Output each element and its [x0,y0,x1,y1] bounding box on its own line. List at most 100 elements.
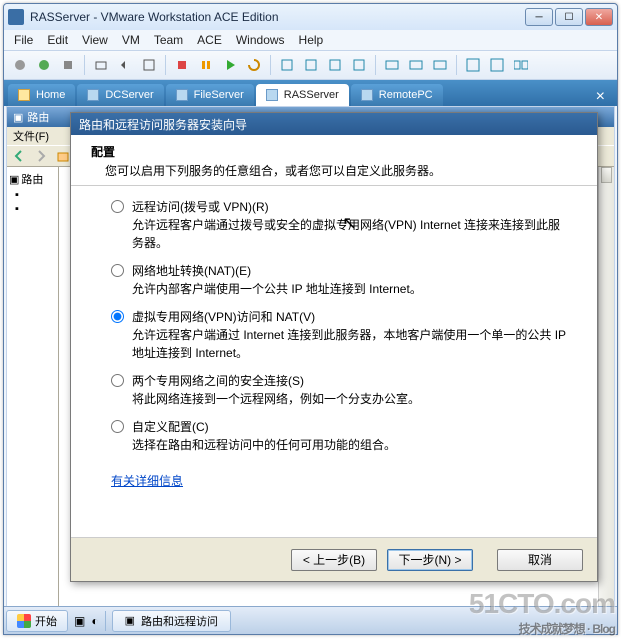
mmc-back-icon[interactable] [9,146,29,166]
wizard-button-row: < 上一步(B) 下一步(N) > 取消 [71,537,597,581]
maximize-button[interactable]: ☐ [555,8,583,26]
option-label: 虚拟专用网络(VPN)访问和 NAT(V) [132,310,315,324]
tree-root-label: 路由 [21,171,43,187]
menu-view[interactable]: View [82,33,108,47]
vmware-toolbar [4,50,617,80]
home-icon [18,89,30,101]
start-label: 开始 [35,613,57,629]
option-label: 远程访问(拨号或 VPN)(R) [132,200,269,214]
guest-display-area: ▣ 路由 文件(F) ▣ 路由 ▪ ▪ [6,106,615,628]
vmware-menubar: File Edit View VM Team ACE Windows Help [4,30,617,50]
power-off-icon[interactable] [10,55,30,75]
tab-fileserver[interactable]: FileServer [166,84,254,106]
view-icon-1[interactable] [382,55,402,75]
vmware-tab-bar: Home DCServer FileServer RASServer Remot… [4,80,617,106]
snapshot-icon[interactable] [91,55,111,75]
stop-icon[interactable] [172,55,192,75]
back-button[interactable]: < 上一步(B) [291,549,377,571]
menu-windows[interactable]: Windows [236,33,285,47]
option-desc: 将此网络连接到一个远程网络，例如一个分支办公室。 [132,392,420,406]
scrollbar-vertical[interactable] [598,167,614,627]
mmc-menu-file[interactable]: 文件(F) [13,128,49,144]
tab-label: RemotePC [379,89,433,101]
watermark: 51CTO.com 技术成就梦想 · Blog [469,588,615,637]
tool-icon-1[interactable] [277,55,297,75]
reset-icon[interactable] [244,55,264,75]
play-icon[interactable] [220,55,240,75]
tree-child-node[interactable]: ▪ [15,189,56,201]
wizard-body: 远程访问(拨号或 VPN)(R) 允许远程客户端通过拨号或安全的虚拟专用网络(V… [71,186,597,494]
view-icon-2[interactable] [406,55,426,75]
option-desc: 允许远程客户端通过拨号或安全的虚拟专用网络(VPN) Internet 连接来连… [132,218,560,250]
power-on-icon[interactable] [34,55,54,75]
option-vpn-nat[interactable]: 虚拟专用网络(VPN)访问和 NAT(V) 允许远程客户端通过 Internet… [111,308,569,362]
next-button[interactable]: 下一步(N) > [387,549,473,571]
mmc-app-icon: ▣ [13,111,23,124]
option-custom[interactable]: 自定义配置(C) 选择在路由和远程访问中的任何可用功能的组合。 [111,418,569,454]
tab-remotepc[interactable]: RemotePC [351,84,443,106]
option-nat-radio[interactable] [111,264,124,277]
tool-icon-3[interactable] [325,55,345,75]
tree-root-node[interactable]: ▣ 路由 [9,171,56,187]
taskbar-item-rras[interactable]: ▣ 路由和远程访问 [112,610,231,632]
vmware-app-icon [8,9,24,25]
monitor-icon [87,89,99,101]
tab-label: DCServer [105,89,153,101]
view-icon-3[interactable] [430,55,450,75]
minimize-button[interactable]: ─ [525,8,553,26]
quicklaunch-icon[interactable]: ▣ [74,614,85,628]
tab-close-button[interactable]: × [588,88,613,106]
menu-ace[interactable]: ACE [197,33,222,47]
monitor-icon [361,89,373,101]
quicklaunch-icon[interactable]: ◐ [91,614,98,628]
window-controls: ─ ☐ ✕ [525,8,613,26]
watermark-main: 51CTO.com [469,588,615,619]
option-remote-access[interactable]: 远程访问(拨号或 VPN)(R) 允许远程客户端通过拨号或安全的虚拟专用网络(V… [111,198,569,252]
menu-team[interactable]: Team [154,33,183,47]
option-site-to-site[interactable]: 两个专用网络之间的安全连接(S) 将此网络连接到一个远程网络，例如一个分支办公室… [111,372,569,408]
wizard-titlebar: 路由和远程访问服务器安装向导 [71,113,597,135]
vmware-titlebar: RASServer - VMware Workstation ACE Editi… [4,4,617,30]
cancel-button[interactable]: 取消 [497,549,583,571]
tab-label: RASServer [284,89,339,101]
close-button[interactable]: ✕ [585,8,613,26]
unity-icon[interactable] [487,55,507,75]
snapshot-mgr-icon[interactable] [139,55,159,75]
pause-icon[interactable] [196,55,216,75]
monitor-icon [176,89,188,101]
mmc-tree-pane[interactable]: ▣ 路由 ▪ ▪ [7,167,59,627]
tab-home[interactable]: Home [8,84,75,106]
windows-flag-icon [17,614,31,628]
menu-help[interactable]: Help [299,33,324,47]
menu-file[interactable]: File [14,33,33,47]
wizard-header: 配置 您可以启用下列服务的任意组合，或者您可以自定义此服务器。 [71,135,597,186]
mmc-forward-icon[interactable] [31,146,51,166]
fullscreen-icon[interactable] [463,55,483,75]
option-vpn-nat-radio[interactable] [111,310,124,323]
snapshot-revert-icon[interactable] [115,55,135,75]
menu-edit[interactable]: Edit [47,33,68,47]
option-label: 自定义配置(C) [132,420,209,434]
tab-label: Home [36,89,65,101]
multi-mon-icon[interactable] [511,55,531,75]
wizard-subheading: 您可以启用下列服务的任意组合，或者您可以自定义此服务器。 [105,162,577,179]
option-desc: 允许内部客户端使用一个公共 IP 地址连接到 Internet。 [132,282,422,296]
tool-icon-2[interactable] [301,55,321,75]
option-custom-radio[interactable] [111,420,124,433]
tab-dcserver[interactable]: DCServer [77,84,163,106]
tab-rasserver[interactable]: RASServer [256,84,349,106]
option-remote-access-radio[interactable] [111,200,124,213]
window-title: RASServer - VMware Workstation ACE Editi… [30,10,525,24]
option-site-to-site-radio[interactable] [111,374,124,387]
start-button[interactable]: 开始 [6,610,68,632]
rras-wizard-dialog: 路由和远程访问服务器安装向导 配置 您可以启用下列服务的任意组合，或者您可以自定… [70,112,598,582]
tool-icon-4[interactable] [349,55,369,75]
tree-child-node[interactable]: ▪ [15,203,56,215]
option-nat[interactable]: 网络地址转换(NAT)(E) 允许内部客户端使用一个公共 IP 地址连接到 In… [111,262,569,298]
menu-vm[interactable]: VM [122,33,140,47]
option-desc: 选择在路由和远程访问中的任何可用功能的组合。 [132,438,396,452]
tab-label: FileServer [194,89,244,101]
option-label: 两个专用网络之间的安全连接(S) [132,374,304,388]
suspend-icon[interactable] [58,55,78,75]
more-info-link[interactable]: 有关详细信息 [111,472,183,490]
